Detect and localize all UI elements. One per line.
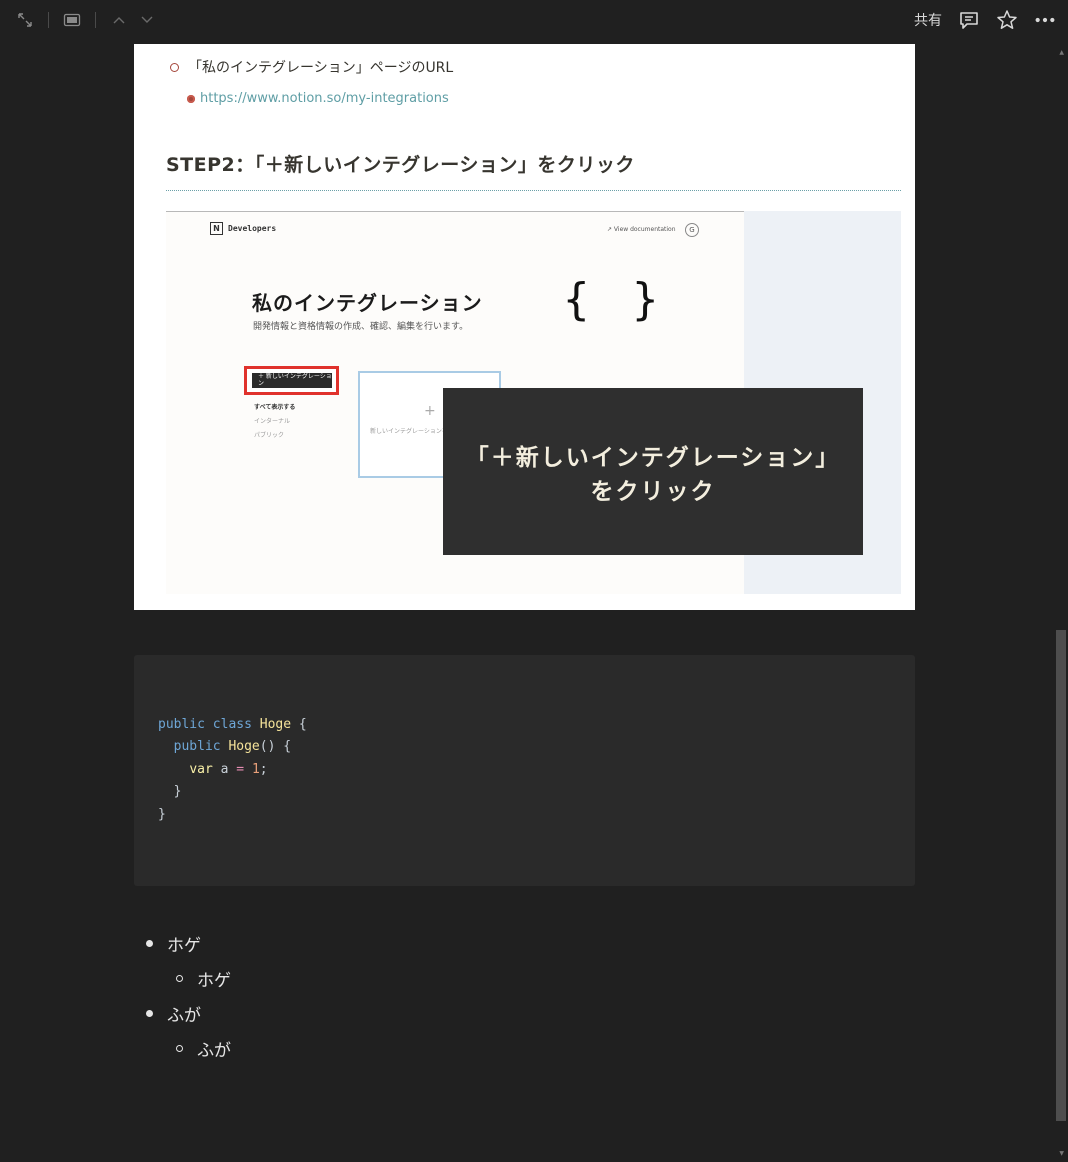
integrations-description: 開発情報と資格情報の作成、確認、編集を行います。 bbox=[253, 322, 469, 332]
code-token: () { bbox=[259, 739, 292, 754]
integrations-title: 私のインテグレーション bbox=[252, 291, 483, 315]
avatar: G bbox=[685, 223, 699, 237]
more-icon[interactable] bbox=[1034, 9, 1056, 31]
sidebar-panel-icon[interactable] bbox=[61, 9, 83, 31]
menu-internal: インターナル bbox=[254, 418, 291, 425]
highlighted-new-integration-button: ＋ 新しいインテグレーション bbox=[244, 366, 339, 395]
list-item: ホゲ bbox=[176, 966, 231, 991]
disc-bullet-icon bbox=[187, 94, 195, 103]
plus-icon: + bbox=[424, 403, 436, 419]
braces-icon: { } bbox=[563, 274, 667, 325]
code-line: public class Hoge { bbox=[158, 715, 307, 735]
step-heading: STEP2：「＋新しいインテグレーション」をクリック bbox=[166, 154, 635, 176]
code-token: Hoge bbox=[259, 717, 292, 732]
scroll-down-arrow-icon[interactable]: ▼ bbox=[1059, 1150, 1064, 1157]
top-bar-right: 共有 bbox=[914, 0, 1056, 40]
code-token: { bbox=[291, 717, 307, 732]
code-line: } bbox=[158, 805, 166, 825]
callout-line-1: 「＋新しいインテグレーション」 bbox=[465, 445, 841, 471]
code-token: } bbox=[158, 807, 166, 822]
list-item-label: 「私のインテグレーション」ページのURL bbox=[188, 60, 454, 76]
callout-overlay: 「＋新しいインテグレーション」 をクリック bbox=[443, 388, 863, 555]
code-token: = bbox=[236, 762, 245, 777]
integrations-link[interactable]: https://www.notion.so/my-integrations bbox=[200, 91, 449, 106]
star-icon[interactable] bbox=[996, 9, 1018, 31]
notion-logo-icon: N bbox=[210, 222, 223, 235]
list-item: ふが bbox=[146, 1001, 201, 1026]
list-item: ふが bbox=[176, 1036, 231, 1061]
list-item: ホゲ bbox=[146, 931, 201, 956]
embedded-screenshot: N Developers ↗ View documentation G 私のイン… bbox=[166, 211, 901, 594]
new-integration-button-label: ＋ 新しいインテグレーション bbox=[252, 373, 332, 388]
list-item-label: ホゲ bbox=[167, 936, 201, 956]
code-token: public bbox=[173, 739, 229, 754]
code-token: } bbox=[158, 784, 182, 799]
code-token: ; bbox=[259, 762, 268, 777]
menu-public: パブリック bbox=[254, 432, 285, 439]
code-block[interactable]: public class Hoge { public Hoge() { var … bbox=[134, 655, 915, 886]
top-bar: 共有 bbox=[0, 0, 1068, 40]
view-documentation-link: ↗ View documentation bbox=[607, 226, 676, 233]
code-line: var a = 1; bbox=[158, 760, 268, 780]
code-token: var bbox=[189, 762, 213, 777]
expand-icon[interactable] bbox=[14, 9, 36, 31]
list-item-label: ふが bbox=[197, 1041, 231, 1061]
comment-icon[interactable] bbox=[958, 9, 980, 31]
code-token: 1 bbox=[251, 762, 260, 777]
code-token: Hoge bbox=[228, 739, 260, 754]
share-button[interactable]: 共有 bbox=[914, 10, 942, 30]
chevron-up-icon[interactable] bbox=[108, 9, 130, 31]
list-item-label: ホゲ bbox=[197, 971, 231, 991]
toolbar-divider bbox=[48, 12, 49, 28]
circle-bullet-icon bbox=[176, 975, 183, 982]
toolbar-divider bbox=[95, 12, 96, 28]
heading-divider bbox=[166, 190, 901, 191]
circle-bullet-icon bbox=[176, 1045, 183, 1052]
list-item: 「私のインテグレーション」ページのURL bbox=[170, 57, 453, 77]
scroll-up-arrow-icon[interactable]: ▲ bbox=[1059, 49, 1064, 56]
chevron-down-icon[interactable] bbox=[136, 9, 158, 31]
disc-bullet-icon bbox=[146, 1010, 153, 1017]
disc-bullet-icon bbox=[146, 940, 153, 947]
code-token: a bbox=[212, 762, 237, 777]
scrollbar-thumb[interactable] bbox=[1056, 630, 1066, 1121]
screenshot-border bbox=[166, 211, 744, 212]
developers-label: Developers bbox=[228, 224, 277, 233]
top-bar-left bbox=[14, 0, 158, 40]
code-token: public class bbox=[158, 717, 260, 732]
list-item: https://www.notion.so/my-integrations bbox=[187, 91, 449, 106]
code-line: } bbox=[158, 782, 182, 802]
circle-bullet-icon bbox=[170, 62, 179, 72]
document-content: 「私のインテグレーション」ページのURL https://www.notion.… bbox=[134, 44, 915, 610]
list-item-label: ふが bbox=[167, 1006, 201, 1026]
callout-line-2: をクリック bbox=[590, 479, 716, 505]
menu-all: すべて表示する bbox=[254, 404, 296, 411]
code-line: public Hoge() { bbox=[158, 737, 291, 757]
